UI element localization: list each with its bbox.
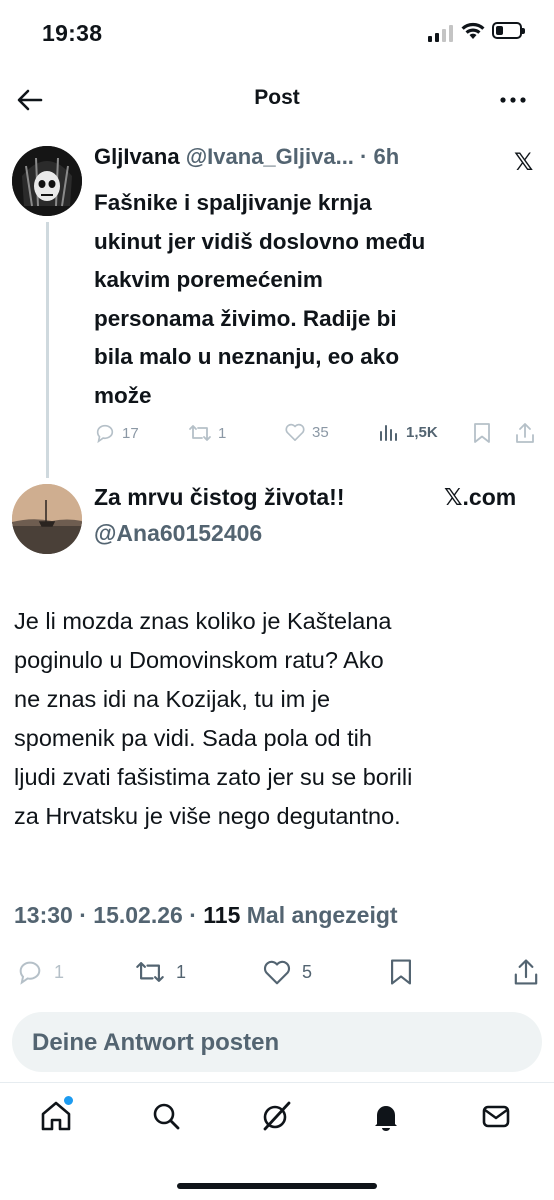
wifi-icon (460, 20, 486, 45)
bookmark-icon (391, 959, 411, 985)
quoted-post-age: · 6h (360, 144, 400, 169)
bookmark-button[interactable] (388, 958, 414, 986)
author-handle[interactable]: @Ana60152406 (94, 520, 262, 547)
heart-icon (285, 423, 305, 441)
grok-icon[interactable] (256, 1096, 296, 1136)
repost-count: 1 (176, 961, 187, 982)
share-icon (516, 423, 534, 443)
x-com-label: 𝕏.com (444, 484, 517, 510)
avatar[interactable] (12, 484, 82, 554)
share-icon (514, 959, 538, 985)
repost-button[interactable]: 1 (134, 958, 186, 986)
notifications-icon[interactable] (366, 1096, 406, 1136)
x-logo-icon: 𝕏 (514, 149, 534, 176)
author-name[interactable]: Za mrvu čistog života!! (94, 484, 344, 511)
home-indicator[interactable] (177, 1183, 377, 1189)
reply-count: 1 (54, 961, 65, 982)
post-views-label: Mal angezeigt (246, 902, 398, 928)
battery-icon (492, 22, 525, 39)
cellular-signal-icon (428, 24, 453, 42)
reply-icon (96, 424, 114, 444)
post-meta: 13:30 · 15.02.26 · 115 Mal angezeigt (14, 902, 398, 928)
post-text: Je li mozda znas koliko je Kaštelana pog… (14, 608, 413, 829)
more-options-icon[interactable] (497, 84, 529, 116)
page-title: Post (254, 86, 300, 109)
reply-input[interactable]: Deine Antwort posten (12, 1012, 542, 1072)
quoted-reply-button[interactable]: 17 (94, 422, 139, 444)
post-views-count: 115 (203, 902, 241, 928)
quoted-views-button[interactable]: 1,5K (378, 422, 438, 442)
quoted-author-handle[interactable]: @Ivana_Gljiva... (186, 144, 354, 169)
quoted-bookmark-button[interactable] (472, 422, 492, 444)
thread-line (46, 222, 49, 478)
quoted-post-actions: 17 1 35 1,5K (94, 422, 540, 450)
post-time: 13:30 (14, 902, 73, 928)
bookmark-icon (474, 423, 490, 443)
repost-icon (189, 425, 211, 441)
tab-bar-divider (0, 1082, 554, 1083)
notification-dot (62, 1094, 75, 1107)
quoted-share-button[interactable] (514, 422, 536, 444)
messages-icon[interactable] (476, 1096, 516, 1136)
reply-icon (19, 961, 41, 985)
quoted-repost-count: 1 (218, 424, 227, 442)
quoted-like-count: 35 (312, 423, 329, 441)
reply-button[interactable]: 1 (16, 958, 64, 986)
heart-icon (263, 960, 291, 985)
like-button[interactable]: 5 (262, 958, 312, 986)
quoted-repost-button[interactable]: 1 (188, 422, 226, 444)
post-date: 15.02.26 (93, 902, 183, 928)
quoted-post-text: Fašnike i spaljivanje krnja ukinut jer v… (94, 190, 426, 408)
repost-icon (136, 962, 164, 982)
status-time: 19:38 (42, 20, 103, 46)
views-icon (380, 425, 397, 441)
quoted-reply-count: 17 (122, 424, 139, 442)
avatar[interactable] (12, 146, 82, 216)
quoted-author-line[interactable]: GljIvana @Ivana_Gljiva... · 6h (94, 144, 399, 170)
search-icon[interactable] (146, 1096, 186, 1136)
post-actions: 1 1 5 (0, 958, 554, 992)
quoted-like-button[interactable]: 35 (284, 422, 329, 442)
share-button[interactable] (512, 958, 540, 986)
reply-placeholder: Deine Antwort posten (32, 1029, 280, 1056)
quoted-views-count: 1,5K (406, 423, 438, 441)
quoted-author-name[interactable]: GljIvana (94, 144, 180, 169)
like-count: 5 (302, 961, 313, 982)
